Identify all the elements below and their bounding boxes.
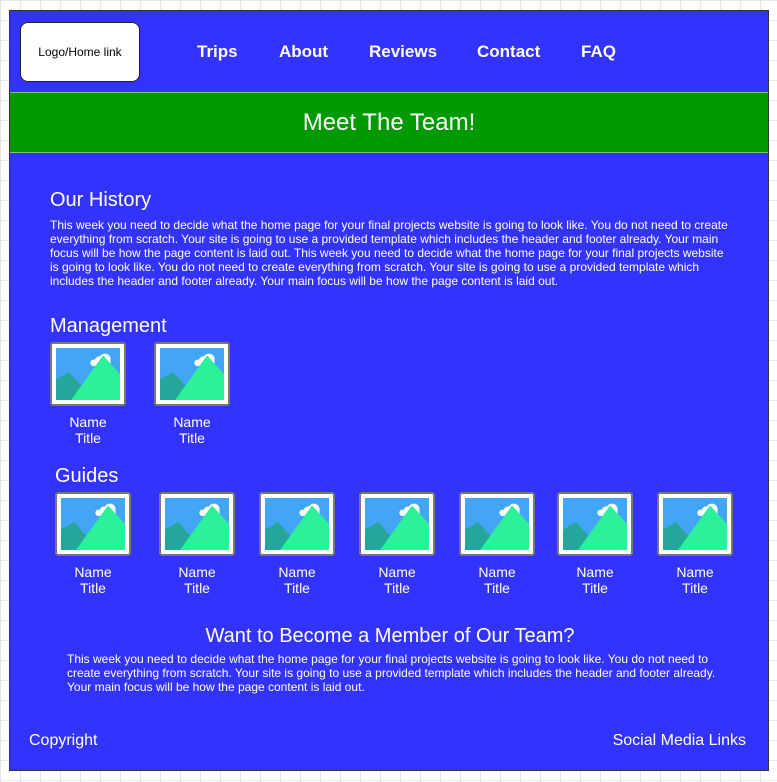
page-frame: Logo/Home link Trips About Reviews Conta… [9,10,769,771]
image-placeholder-icon [459,492,535,556]
member-title: Title [682,580,708,596]
member-name: Name [69,414,107,430]
member-name: Name [576,564,614,580]
guides-heading: Guides [55,465,119,487]
join-text: This week you need to decide what the ho… [67,652,716,694]
page-title: Meet The Team! [302,108,476,136]
guide-member-card: Name Title [52,492,134,596]
member-name: Name [676,564,714,580]
member-title: Title [80,580,106,596]
nav-faq[interactable]: FAQ [581,42,616,62]
member-title: Title [484,580,510,596]
member-name: Name [178,564,216,580]
guide-member-card: Name Title [256,492,338,596]
image-placeholder-icon [657,492,733,556]
history-heading: Our History [50,189,152,211]
page-title-banner: Meet The Team! [10,92,768,153]
site-header: Logo/Home link Trips About Reviews Conta… [10,11,768,91]
image-placeholder-icon [154,342,230,406]
footer-copyright: Copyright [29,732,98,749]
image-placeholder-icon [557,492,633,556]
image-placeholder-icon [359,492,435,556]
member-name: Name [74,564,112,580]
image-placeholder-icon [50,342,126,406]
logo-home-link[interactable]: Logo/Home link [20,22,140,82]
nav-trips[interactable]: Trips [197,42,238,62]
nav-about[interactable]: About [279,42,328,62]
member-name: Name [173,414,211,430]
member-name: Name [378,564,416,580]
history-text: This week you need to decide what the ho… [50,218,728,288]
member-title: Title [582,580,608,596]
guide-member-card: Name Title [356,492,438,596]
join-heading: Want to Become a Member of Our Team? [205,625,575,647]
guide-member-card: Name Title [456,492,538,596]
management-heading: Management [50,315,167,337]
guide-member-card: Name Title [156,492,238,596]
management-member-card: Name Title [47,342,129,446]
image-placeholder-icon [259,492,335,556]
guide-member-card: Name Title [554,492,636,596]
member-name: Name [278,564,316,580]
member-title: Title [184,580,210,596]
member-name: Name [478,564,516,580]
nav-reviews[interactable]: Reviews [369,42,437,62]
footer-social-links[interactable]: Social Media Links [613,732,746,750]
image-placeholder-icon [55,492,131,556]
member-title: Title [284,580,310,596]
management-member-card: Name Title [151,342,233,446]
guide-member-card: Name Title [654,492,736,596]
nav-contact[interactable]: Contact [477,42,540,62]
member-title: Title [179,430,205,446]
member-title: Title [384,580,410,596]
image-placeholder-icon [159,492,235,556]
member-title: Title [75,430,101,446]
